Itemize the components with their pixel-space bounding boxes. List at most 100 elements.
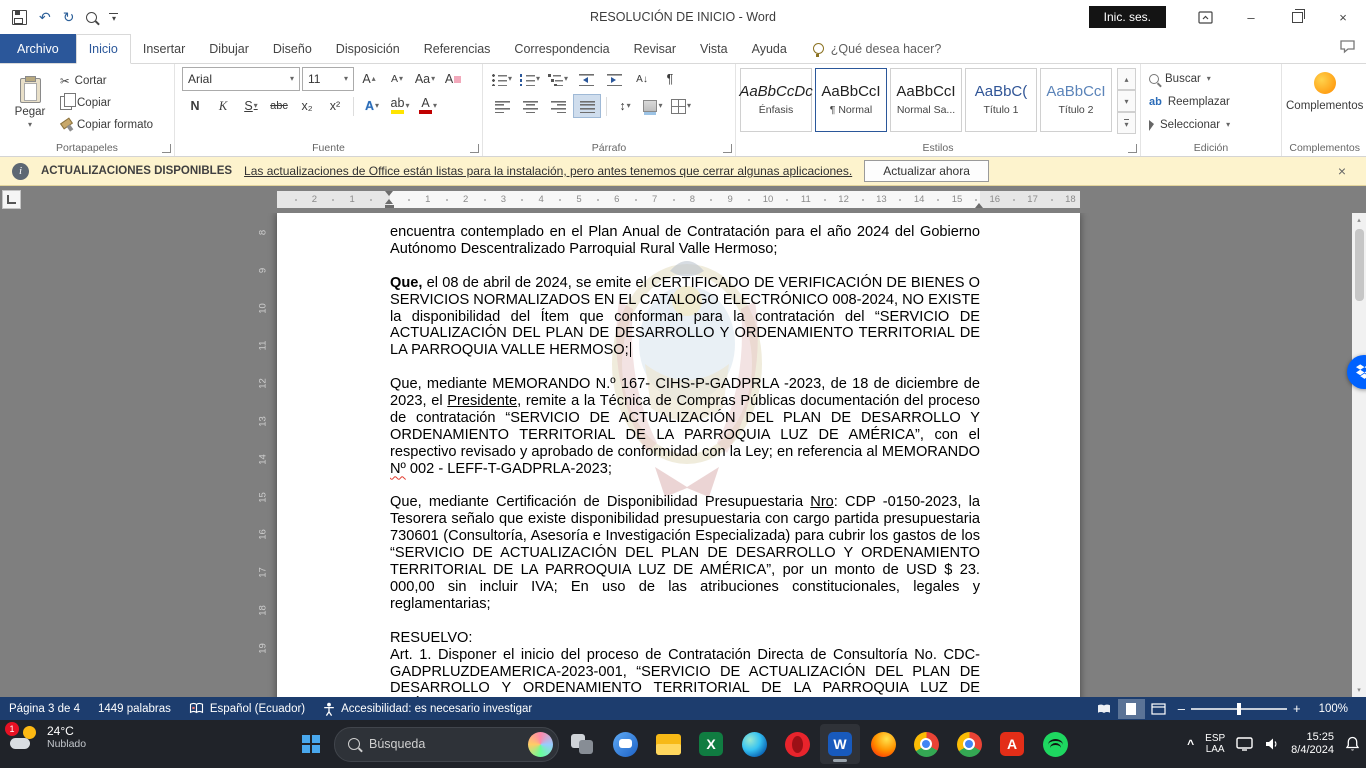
- opera-icon[interactable]: [777, 724, 817, 764]
- magnifier-icon[interactable]: [86, 8, 97, 26]
- chrome-profile-icon[interactable]: [949, 724, 989, 764]
- paragraph[interactable]: Que, mediante MEMORANDO N.º 167- CIHS-P-…: [390, 376, 980, 477]
- page-indicator[interactable]: Página 3 de 4: [0, 697, 89, 720]
- dialog-launcher-icon[interactable]: [470, 144, 479, 153]
- tab-ayuda[interactable]: Ayuda: [740, 34, 799, 63]
- dialog-launcher-icon[interactable]: [723, 144, 732, 153]
- zoom-in-button[interactable]: +: [1287, 701, 1307, 716]
- shrink-font-button[interactable]: A▾: [384, 68, 410, 90]
- minimize-button[interactable]: –: [1228, 0, 1274, 34]
- scroll-down-icon[interactable]: ▾: [1357, 683, 1361, 697]
- format-painter-button[interactable]: Copiar formato: [56, 115, 157, 135]
- strikethrough-button[interactable]: abc: [266, 95, 292, 117]
- vertical-scrollbar[interactable]: ▴ ▾: [1352, 213, 1366, 697]
- zoom-slider-thumb[interactable]: [1237, 703, 1241, 715]
- dialog-launcher-icon[interactable]: [1128, 144, 1137, 153]
- edge-icon[interactable]: [734, 724, 774, 764]
- zoom-level[interactable]: 100%: [1307, 703, 1358, 715]
- increase-indent-button[interactable]: [601, 68, 627, 90]
- tab-dibujar[interactable]: Dibujar: [197, 34, 261, 63]
- restore-button[interactable]: [1274, 0, 1320, 34]
- align-center-button[interactable]: [517, 95, 543, 117]
- chrome-icon[interactable]: [906, 724, 946, 764]
- file-explorer-icon[interactable]: [648, 724, 688, 764]
- update-now-button[interactable]: Actualizar ahora: [864, 160, 989, 182]
- scroll-up-icon[interactable]: ▴: [1357, 213, 1361, 227]
- select-button[interactable]: Seleccionar▾: [1149, 115, 1281, 135]
- decrease-indent-button[interactable]: [573, 68, 599, 90]
- display-icon[interactable]: [1236, 737, 1253, 751]
- dropbox-badge-icon[interactable]: [1347, 355, 1366, 389]
- tab-disposicion[interactable]: Disposición: [324, 34, 412, 63]
- change-case-button[interactable]: Aa▾: [412, 68, 438, 90]
- close-button[interactable]: ×: [1320, 0, 1366, 34]
- style-enfasis[interactable]: AaBbCcDc Énfasis: [740, 68, 812, 132]
- text-effects-button[interactable]: A▾: [359, 95, 385, 117]
- font-size-combo[interactable]: 11▾: [302, 67, 354, 91]
- align-right-button[interactable]: [545, 95, 571, 117]
- paste-button[interactable]: Pegar ▾: [4, 67, 56, 140]
- numbering-button[interactable]: ▾: [517, 68, 543, 90]
- multilevel-list-button[interactable]: ▾: [545, 68, 571, 90]
- style-titulo2[interactable]: AaBbCcI Título 2: [1040, 68, 1112, 132]
- comments-icon[interactable]: [1339, 39, 1356, 59]
- excel-icon[interactable]: X: [691, 724, 731, 764]
- tab-revisar[interactable]: Revisar: [622, 34, 688, 63]
- italic-button[interactable]: K: [210, 95, 236, 117]
- zoom-out-button[interactable]: –: [1172, 701, 1191, 716]
- styles-more-icon[interactable]: ▾: [1117, 112, 1136, 134]
- styles-scroll-up-icon[interactable]: ▴: [1117, 68, 1136, 90]
- print-layout-button[interactable]: [1118, 699, 1145, 719]
- font-color-button[interactable]: A▾: [415, 95, 441, 117]
- show-marks-button[interactable]: ¶: [657, 68, 683, 90]
- style-normal-sa[interactable]: AaBbCcI Normal Sa...: [890, 68, 962, 132]
- ribbon-display-options-icon[interactable]: [1182, 0, 1228, 34]
- justify-button[interactable]: [573, 94, 601, 118]
- paragraph[interactable]: Art. 1. Disponer el inicio del proceso d…: [390, 647, 980, 697]
- hanging-indent-marker[interactable]: [385, 199, 393, 204]
- tab-correspondencia[interactable]: Correspondencia: [502, 34, 621, 63]
- undo-icon[interactable]: ↶: [39, 8, 51, 26]
- web-layout-button[interactable]: [1145, 699, 1172, 719]
- hidden-icons-chevron-icon[interactable]: ^: [1187, 737, 1194, 751]
- chat-icon[interactable]: [605, 724, 645, 764]
- addins-icon[interactable]: [1314, 72, 1336, 94]
- superscript-button[interactable]: x²: [322, 95, 348, 117]
- tab-referencias[interactable]: Referencias: [412, 34, 503, 63]
- style-titulo1[interactable]: AaBbC( Título 1: [965, 68, 1037, 132]
- proofing-status[interactable]: Español (Ecuador): [180, 697, 314, 720]
- replace-button[interactable]: abReemplazar: [1149, 92, 1281, 112]
- borders-button[interactable]: ▾: [668, 95, 694, 117]
- paragraph[interactable]: Que, el 08 de abril de 2024, se emite el…: [390, 275, 980, 360]
- volume-icon[interactable]: [1264, 737, 1280, 751]
- document-page[interactable]: encuentra contemplado en el Plan Anual d…: [277, 213, 1080, 697]
- left-indent-marker[interactable]: [385, 205, 394, 209]
- font-family-combo[interactable]: Arial▾: [182, 67, 300, 91]
- close-message-icon[interactable]: ×: [1330, 163, 1354, 179]
- accessibility-status[interactable]: Accesibilidad: es necesario investigar: [314, 697, 541, 720]
- tab-vista[interactable]: Vista: [688, 34, 740, 63]
- language-indicator[interactable]: ESP LAA: [1205, 733, 1225, 755]
- underline-button[interactable]: S▾: [238, 95, 264, 117]
- document-text[interactable]: encuentra contemplado en el Plan Anual d…: [277, 213, 1080, 697]
- paragraph[interactable]: Que, mediante Certificación de Disponibi…: [390, 494, 980, 612]
- notification-bell-icon[interactable]: [1345, 736, 1360, 752]
- bullets-button[interactable]: ▾: [489, 68, 515, 90]
- right-indent-marker[interactable]: [975, 203, 983, 208]
- shading-button[interactable]: ▾: [640, 95, 666, 117]
- tab-inicio[interactable]: Inicio: [76, 34, 131, 64]
- save-icon[interactable]: [12, 8, 27, 26]
- sign-in-button[interactable]: Inic. ses.: [1089, 6, 1166, 28]
- find-button[interactable]: Buscar▾: [1149, 69, 1281, 89]
- tab-diseno[interactable]: Diseño: [261, 34, 324, 63]
- spotify-icon[interactable]: [1035, 724, 1075, 764]
- subscript-button[interactable]: x₂: [294, 95, 320, 117]
- word-icon[interactable]: W: [820, 724, 860, 764]
- clear-formatting-button[interactable]: A: [440, 68, 466, 90]
- styles-scroll-down-icon[interactable]: ▾: [1117, 90, 1136, 112]
- zoom-slider[interactable]: [1191, 708, 1287, 710]
- dialog-launcher-icon[interactable]: [162, 144, 171, 153]
- copy-button[interactable]: Copiar: [56, 93, 157, 113]
- tab-insertar[interactable]: Insertar: [131, 34, 197, 63]
- task-view-icon[interactable]: [562, 724, 602, 764]
